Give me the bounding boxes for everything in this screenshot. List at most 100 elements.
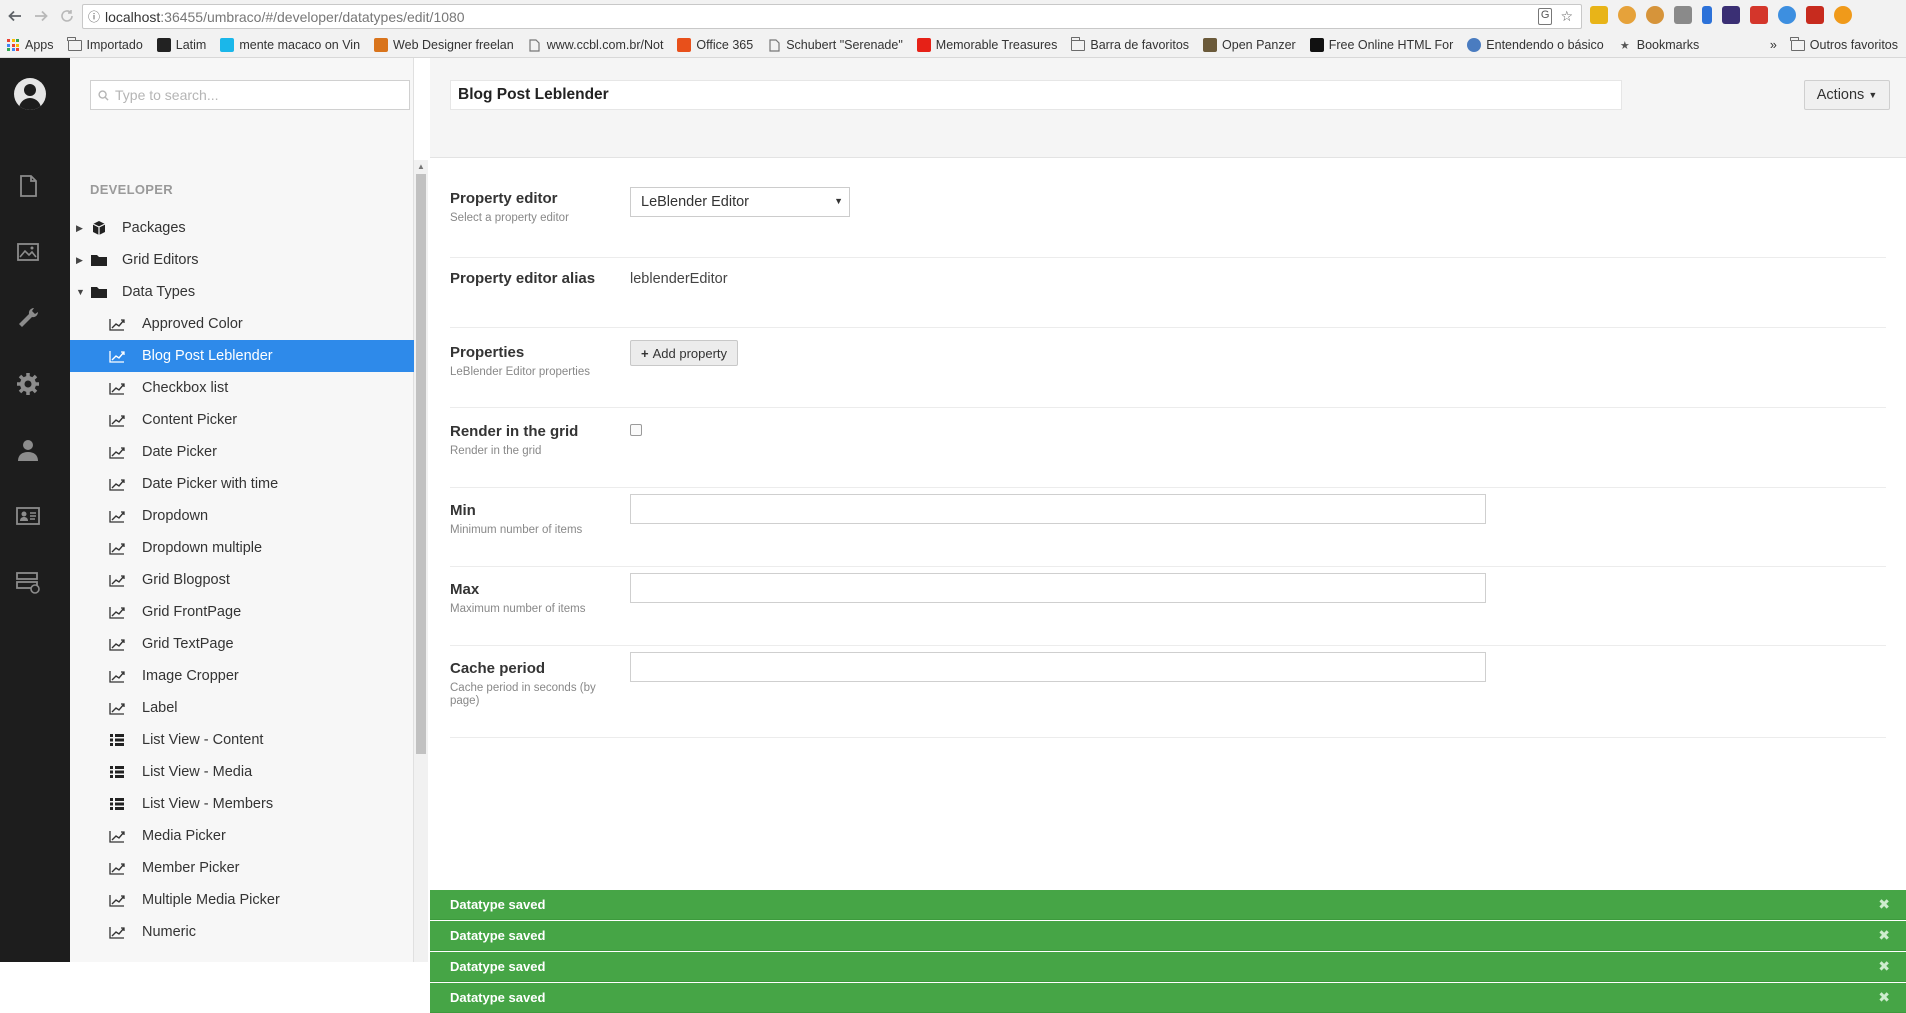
bookmark-item[interactable]: Entendendo o básico xyxy=(1461,38,1611,52)
tree-node[interactable]: ▶ Grid Editors xyxy=(70,244,414,276)
users-section-icon[interactable] xyxy=(14,436,42,464)
tree-node[interactable]: ▶ Packages xyxy=(70,212,414,244)
tree-node[interactable]: Dropdown xyxy=(70,500,414,532)
media-section-icon[interactable] xyxy=(14,238,42,266)
tree-node[interactable]: Blog Post Leblender xyxy=(70,340,414,372)
extension-red-icon[interactable] xyxy=(1750,6,1768,24)
extension-orange-icon[interactable] xyxy=(1834,6,1852,24)
tree-node[interactable]: Image Cropper xyxy=(70,660,414,692)
properties-desc: LeBlender Editor properties xyxy=(450,366,590,378)
tree-node[interactable]: Approved Color xyxy=(70,308,414,340)
close-icon[interactable]: ✖ xyxy=(1878,927,1890,944)
bookmark-label: Latim xyxy=(175,38,207,52)
actions-button[interactable]: Actions ▼ xyxy=(1804,80,1890,110)
bookmark-label: Apps xyxy=(25,38,54,52)
scrollbar-thumb[interactable] xyxy=(416,174,426,754)
bookmark-item[interactable]: Importado xyxy=(62,36,151,52)
tree-node[interactable]: List View - Media xyxy=(70,756,414,788)
developer-section-icon[interactable] xyxy=(14,304,42,332)
extension-gray-icon[interactable] xyxy=(1674,6,1692,24)
user-avatar[interactable] xyxy=(14,78,46,110)
extension-acrobat-icon[interactable] xyxy=(1806,6,1824,24)
back-button[interactable] xyxy=(2,3,28,29)
tree-node[interactable]: Label xyxy=(70,692,414,724)
tree-node[interactable]: Checkbox list xyxy=(70,372,414,404)
section-sidebar xyxy=(0,58,70,962)
search-box[interactable] xyxy=(90,80,410,110)
tree-node[interactable]: Multiple Media Picker xyxy=(70,884,414,916)
add-property-button[interactable]: + Add property xyxy=(630,340,739,366)
content-section-icon[interactable] xyxy=(14,172,42,200)
datatype-icon xyxy=(108,859,126,877)
max-label: Max xyxy=(450,581,480,598)
tree-node[interactable]: Media Picker xyxy=(70,820,414,852)
tree-node[interactable]: Grid FrontPage xyxy=(70,596,414,628)
property-alias-label: Property editor alias xyxy=(450,270,596,287)
tree-node[interactable]: ▼ Data Types xyxy=(70,276,414,308)
close-icon[interactable]: ✖ xyxy=(1878,989,1890,1006)
tree-node[interactable]: Date Picker with time xyxy=(70,468,414,500)
forward-arrow-icon xyxy=(35,10,48,22)
extension-basket-icon[interactable] xyxy=(1646,6,1664,24)
datatype-icon xyxy=(108,411,126,429)
bookmark-item[interactable]: Apps xyxy=(0,38,62,52)
bookmark-item[interactable]: Web Designer freelan xyxy=(368,38,522,52)
render-grid-checkbox[interactable] xyxy=(630,424,642,436)
bookmark-star-icon[interactable]: ☆ xyxy=(1560,8,1573,25)
folder-icon xyxy=(67,36,82,52)
extension-blue-icon[interactable] xyxy=(1778,6,1796,24)
tree-node-label: Label xyxy=(142,700,178,716)
extension-mail-icon[interactable] xyxy=(1590,6,1608,24)
bookmark-item[interactable]: Memorable Treasures xyxy=(911,38,1066,52)
bookmark-item[interactable]: www.ccbl.com.br/Not xyxy=(522,38,672,52)
other-bookmarks[interactable]: Outros favoritos xyxy=(1785,36,1906,52)
bookmark-item[interactable]: Open Panzer xyxy=(1197,38,1304,52)
bookmark-item[interactable]: ★ Bookmarks xyxy=(1612,38,1708,52)
tree-node[interactable]: Grid Blogpost xyxy=(70,564,414,596)
members-section-icon[interactable] xyxy=(14,502,42,530)
max-input[interactable] xyxy=(630,573,1486,603)
settings-section-icon[interactable] xyxy=(14,370,42,398)
translate-icon[interactable]: G xyxy=(1537,8,1553,25)
bookmark-item[interactable]: Schubert "Serenade" xyxy=(761,38,911,52)
tree-node[interactable]: Numeric xyxy=(70,916,414,948)
caret-down-icon[interactable]: ▼ xyxy=(76,287,85,297)
extension-basket-icon[interactable] xyxy=(1618,6,1636,24)
tree-node[interactable]: List View - Content xyxy=(70,724,414,756)
tree-node[interactable]: List View - Members xyxy=(70,788,414,820)
forward-button[interactable] xyxy=(28,3,54,29)
caret-right-icon[interactable]: ▶ xyxy=(76,255,83,266)
other-bookmarks-label: Outros favoritos xyxy=(1809,38,1898,52)
bookmark-item[interactable]: Barra de favoritos xyxy=(1065,36,1197,52)
property-editor-select[interactable]: LeBlender Editor ▼ xyxy=(630,187,850,217)
tree-scrollbar[interactable]: ▲ xyxy=(414,160,428,962)
address-bar[interactable]: ⓘ localhost:36455/umbraco/#/developer/da… xyxy=(82,4,1582,29)
tree-node[interactable]: Content Picker xyxy=(70,404,414,436)
bookmark-item[interactable]: Free Online HTML For xyxy=(1304,38,1462,52)
datatype-name-input[interactable] xyxy=(450,80,1622,110)
close-icon[interactable]: ✖ xyxy=(1878,896,1890,913)
tree-node[interactable]: Date Picker xyxy=(70,436,414,468)
globe-icon xyxy=(1467,38,1482,52)
browser-toolbar: ⓘ localhost:36455/umbraco/#/developer/da… xyxy=(0,0,1906,32)
scroll-up-arrow-icon[interactable]: ▲ xyxy=(417,162,425,171)
tree-node[interactable]: Member Picker xyxy=(70,852,414,884)
bookmark-item[interactable]: mente macaco on Vin xyxy=(214,38,368,52)
forms-section-icon[interactable] xyxy=(14,568,42,596)
bookmark-item[interactable]: Latim xyxy=(151,38,215,52)
bookmark-item[interactable]: Office 365 xyxy=(671,38,761,52)
tree-node[interactable]: Grid TextPage xyxy=(70,628,414,660)
close-icon[interactable]: ✖ xyxy=(1878,958,1890,975)
tree-node-label: Dropdown xyxy=(142,508,209,524)
reload-button[interactable] xyxy=(54,3,80,29)
search-input[interactable] xyxy=(115,87,395,103)
tree-node[interactable]: Dropdown multiple xyxy=(70,532,414,564)
cache-input[interactable] xyxy=(630,652,1486,682)
caret-right-icon[interactable]: ▶ xyxy=(76,223,83,234)
min-input[interactable] xyxy=(630,494,1486,524)
info-icon[interactable]: ⓘ xyxy=(83,8,105,25)
bookmarks-overflow-button[interactable]: » xyxy=(1764,38,1785,52)
extension-eyedropper-icon[interactable] xyxy=(1702,6,1712,24)
extension-purple-icon[interactable] xyxy=(1722,6,1740,24)
bookmark-label: Web Designer freelan xyxy=(393,38,514,52)
